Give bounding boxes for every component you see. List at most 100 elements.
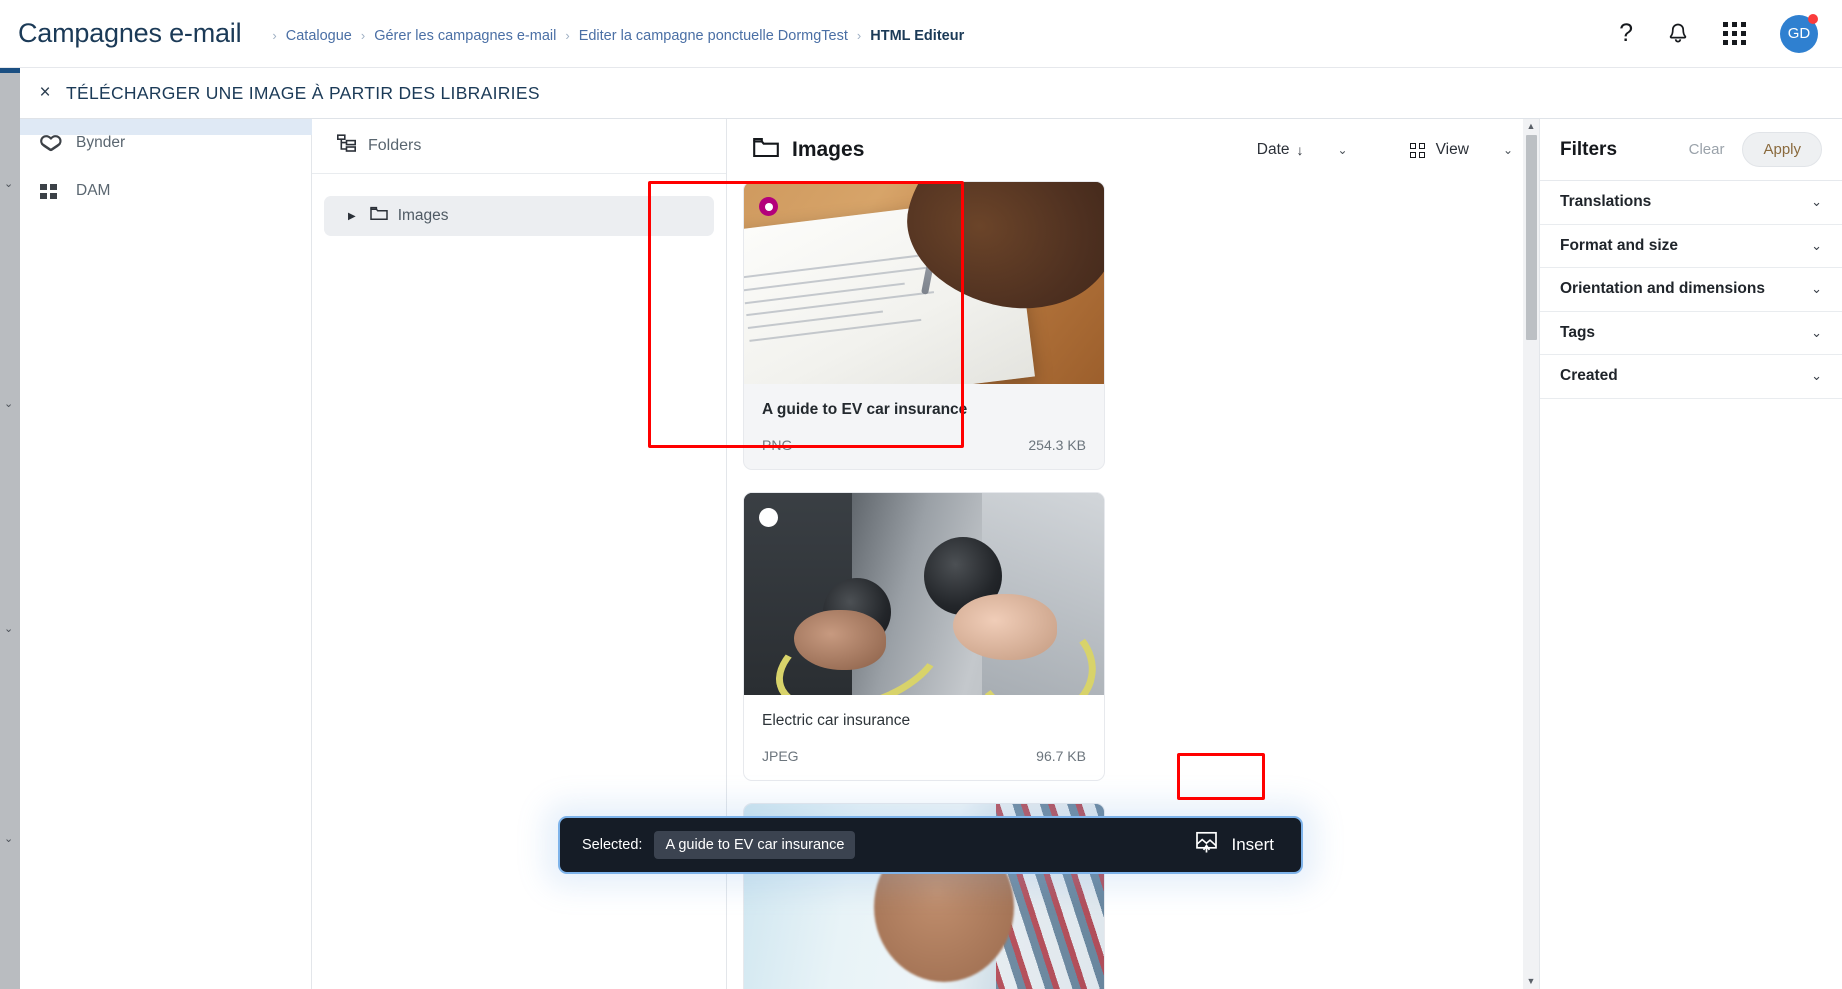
dam-grid-icon (40, 183, 66, 199)
sort-by-date-button[interactable]: Date ↓ (1257, 141, 1304, 159)
asset-grid-header: Images Date ↓ ⌄ View ⌄ (727, 119, 1539, 181)
image-insert-icon (1195, 831, 1218, 859)
filter-section-orientation-and-dimensions[interactable]: Orientation and dimensions ⌄ (1540, 268, 1842, 312)
asset-card[interactable]: Electric car insurance JPEG 96.7 KB (743, 492, 1105, 781)
collapsed-nav-rail[interactable]: ⌄ ⌄ ⌄ ⌄ (0, 68, 20, 989)
app-grid-icon[interactable] (1723, 22, 1746, 45)
sidebar-item-dam[interactable]: DAM (20, 167, 311, 215)
asset-thumbnail (744, 182, 1104, 384)
grid-view-icon (1409, 142, 1425, 158)
asset-thumbnail (744, 493, 1104, 695)
filter-section-label: Orientation and dimensions (1560, 280, 1765, 298)
breadcrumb-item-catalogue[interactable]: Catalogue (286, 28, 352, 44)
asset-select-radio[interactable] (759, 508, 778, 527)
scroll-down-arrow-icon[interactable]: ▼ (1527, 974, 1536, 989)
close-icon[interactable]: × (34, 82, 56, 104)
rail-chevron-icon[interactable]: ⌄ (4, 178, 16, 190)
folder-tree-icon (337, 134, 356, 158)
asset-sub: JPEG 96.7 KB (762, 748, 1086, 764)
filter-section-translations[interactable]: Translations ⌄ (1540, 181, 1842, 225)
asset-format: PNG (762, 437, 793, 453)
asset-scrollbar[interactable]: ▲ ▼ (1523, 119, 1539, 989)
view-mode-button[interactable]: View (1409, 141, 1469, 159)
filter-section-label: Translations (1560, 193, 1652, 211)
asset-grid-title: Images (792, 138, 865, 161)
insert-button[interactable]: Insert (1186, 825, 1283, 865)
sort-label: Date (1256, 141, 1290, 158)
asset-card[interactable]: A guide to EV car insurance PNG 254.3 KB (743, 181, 1105, 470)
folder-tree: ▶ Images (312, 174, 726, 236)
selection-bar: Selected: A guide to EV car insurance In… (558, 816, 1303, 874)
bell-icon[interactable] (1667, 22, 1689, 45)
chevron-down-icon[interactable]: ⌄ (1811, 194, 1822, 210)
chevron-right-icon[interactable]: ▶ (348, 211, 356, 222)
chevron-down-icon[interactable]: ⌄ (1811, 325, 1822, 341)
bynder-logo-icon (40, 134, 66, 153)
avatar-initials: GD (1787, 25, 1811, 42)
apply-filters-button[interactable]: Apply (1742, 132, 1822, 167)
page-title: Campagnes e-mail (18, 18, 242, 48)
sort-chevron-down-icon[interactable]: ⌄ (1338, 143, 1348, 157)
folders-header: Folders (312, 119, 726, 174)
sort-descending-icon: ↓ (1296, 142, 1304, 158)
app-window: Campagnes e-mail › Catalogue › Gérer les… (0, 0, 1842, 989)
sidebar-item-label: Bynder (76, 134, 126, 151)
breadcrumb-separator: › (565, 28, 570, 43)
breadcrumb-item-manage-campaigns[interactable]: Gérer les campagnes e-mail (374, 28, 556, 44)
asset-size: 254.3 KB (1028, 437, 1086, 453)
breadcrumb-separator: › (272, 28, 277, 43)
help-icon[interactable]: ? (1619, 21, 1633, 46)
scroll-up-arrow-icon[interactable]: ▲ (1527, 119, 1536, 134)
breadcrumb-separator: › (360, 28, 366, 43)
filters-panel: Filters Clear Apply Translations ⌄ Forma… (1539, 119, 1842, 989)
asset-meta: Electric car insurance JPEG 96.7 KB (744, 695, 1104, 780)
filters-title: Filters (1560, 138, 1618, 160)
clear-filters-button[interactable]: Clear (1689, 141, 1725, 158)
asset-name: A guide to EV car insurance (762, 401, 968, 418)
filter-section-label: Tags (1560, 323, 1596, 341)
selection-prefix: Selected: (582, 837, 643, 853)
rail-chevron-icon[interactable]: ⌄ (4, 833, 16, 845)
breadcrumb-item-edit-campaign[interactable]: Editer la campagne ponctuelle DormgTest (579, 28, 848, 44)
source-active-highlight (20, 119, 312, 135)
top-bar: Campagnes e-mail › Catalogue › Gérer les… (0, 0, 1842, 68)
rail-chevron-icon[interactable]: ⌄ (4, 623, 16, 635)
asset-grid-tools: Date ↓ ⌄ View ⌄ (1257, 141, 1513, 159)
selected-asset-chip: A guide to EV car insurance (654, 831, 856, 859)
folder-tree-item-label: Images (397, 207, 449, 224)
filter-section-label: Created (1560, 367, 1618, 385)
photo-document-signing (744, 182, 1104, 384)
modal-title: TÉLÉCHARGER UNE IMAGE À PARTIR DES LIBRA… (66, 82, 540, 103)
asset-select-radio[interactable] (759, 197, 778, 216)
scrollbar-thumb[interactable] (1525, 135, 1537, 340)
folder-tree-item-images[interactable]: ▶ Images (324, 196, 714, 236)
avatar[interactable]: GD (1780, 13, 1818, 53)
asset-sub: PNG 254.3 KB (762, 437, 1086, 453)
filter-section-created[interactable]: Created ⌄ (1540, 355, 1842, 399)
asset-name: Electric car insurance (762, 712, 911, 729)
photo-ev-charging (744, 493, 1104, 695)
notification-dot (1808, 13, 1818, 24)
rail-active-segment (0, 68, 20, 73)
filter-section-tags[interactable]: Tags ⌄ (1540, 312, 1842, 355)
breadcrumb: › Catalogue › Gérer les campagnes e-mail… (263, 24, 964, 44)
view-chevron-down-icon[interactable]: ⌄ (1503, 143, 1513, 157)
view-label: View (1435, 141, 1469, 158)
asset-size: 96.7 KB (1036, 748, 1086, 764)
chevron-down-icon[interactable]: ⌄ (1811, 368, 1822, 384)
filter-section-label: Format and size (1560, 236, 1678, 254)
source-list-panel: Bynder DAM (20, 119, 312, 989)
top-bar-actions: ? GD (1619, 13, 1842, 53)
folder-icon (753, 137, 779, 163)
folder-icon (369, 206, 388, 226)
library-upload-modal: × TÉLÉCHARGER UNE IMAGE À PARTIR DES LIB… (20, 68, 1842, 989)
filter-section-format-and-size[interactable]: Format and size ⌄ (1540, 225, 1842, 268)
folders-header-label: Folders (368, 137, 422, 154)
breadcrumb-item-html-editor[interactable]: HTML Editeur (870, 28, 964, 44)
insert-label: Insert (1231, 835, 1274, 854)
rail-chevron-icon[interactable]: ⌄ (4, 398, 16, 410)
chevron-down-icon[interactable]: ⌄ (1811, 238, 1822, 254)
asset-meta: A guide to EV car insurance PNG 254.3 KB (744, 384, 1104, 469)
modal-header: × TÉLÉCHARGER UNE IMAGE À PARTIR DES LIB… (20, 68, 1842, 118)
chevron-down-icon[interactable]: ⌄ (1811, 281, 1822, 297)
